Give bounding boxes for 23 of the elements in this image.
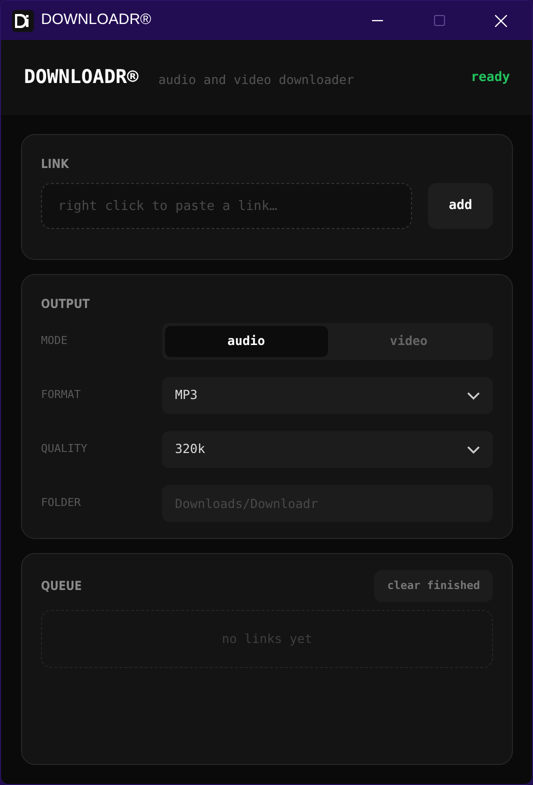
field-label: QUALITY: [41, 441, 88, 458]
maximize-icon: [434, 15, 444, 26]
dropdown[interactable]: 320k: [162, 431, 493, 468]
field-label: FORMAT: [41, 387, 82, 404]
field-label: MODE: [41, 333, 68, 350]
section-heading: LINK: [41, 155, 69, 173]
app-icon: [12, 10, 34, 32]
clear-finished-button[interactable]: clear finished: [374, 570, 493, 602]
status-text: ready: [470, 68, 510, 87]
window-title: DOWNLOADR®: [41, 10, 152, 30]
mode-toggle-option[interactable]: audio: [165, 326, 328, 357]
dropdown[interactable]: MP3: [162, 377, 493, 414]
minimize-icon: [372, 20, 382, 22]
section-heading: OUTPUT: [41, 295, 90, 313]
chevron-down-icon: [467, 392, 480, 400]
chevron-down-icon: [467, 446, 480, 454]
section-heading: QUEUE: [41, 576, 82, 595]
link-input-field[interactable]: right click to paste a link…: [41, 183, 412, 229]
tagline: audio and video downloader: [158, 71, 354, 90]
field-label: FOLDER: [41, 495, 82, 512]
close-icon: [495, 14, 507, 26]
app-logo: DOWNLOADR®: [24, 65, 138, 90]
add-button[interactable]: add: [428, 183, 493, 229]
